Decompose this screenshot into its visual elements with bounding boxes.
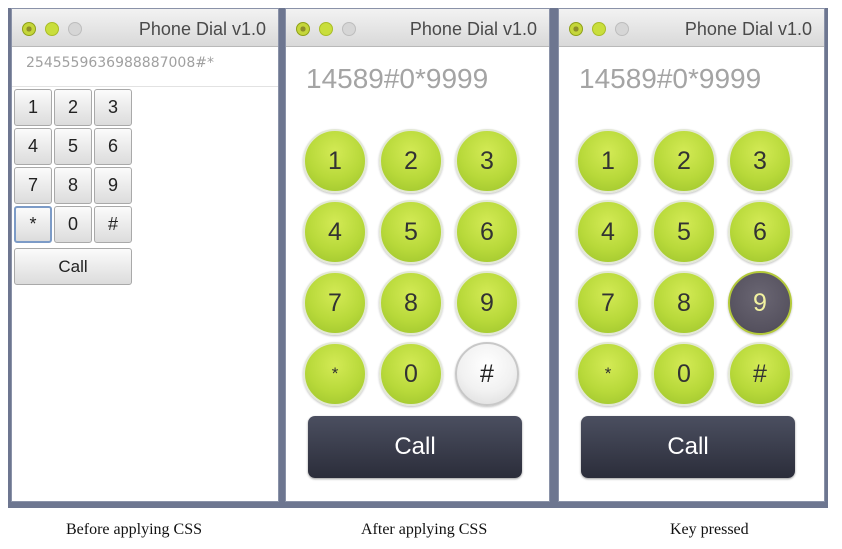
key-0[interactable]: 0 (54, 206, 92, 243)
key-6[interactable]: 6 (455, 200, 519, 264)
key-8[interactable]: 8 (652, 271, 716, 335)
phone-dial-window-key-pressed: Phone Dial v1.0 14589#0*9999 1 2 3 4 5 6… (558, 8, 825, 502)
key-5[interactable]: 5 (652, 200, 716, 264)
title-bar[interactable]: Phone Dial v1.0 (559, 9, 824, 47)
key-9-pressed[interactable]: 9 (728, 271, 792, 335)
close-window-button[interactable] (296, 22, 310, 36)
window-title: Phone Dial v1.0 (409, 19, 537, 39)
key-1[interactable]: 1 (303, 129, 367, 193)
minimize-window-button[interactable] (319, 22, 333, 36)
key-3[interactable]: 3 (455, 129, 519, 193)
key-7[interactable]: 7 (576, 271, 640, 335)
maximize-window-button[interactable] (615, 22, 629, 36)
minimize-window-button[interactable] (45, 22, 59, 36)
title-bar[interactable]: Phone Dial v1.0 (286, 9, 549, 47)
key-9[interactable]: 9 (455, 271, 519, 335)
minimize-window-button[interactable] (592, 22, 606, 36)
key-1[interactable]: 1 (14, 89, 52, 126)
window-title: Phone Dial v1.0 (684, 19, 812, 39)
key-5[interactable]: 5 (379, 200, 443, 264)
key-6[interactable]: 6 (728, 200, 792, 264)
key-4[interactable]: 4 (14, 128, 52, 165)
key-8[interactable]: 8 (379, 271, 443, 335)
maximize-window-button[interactable] (342, 22, 356, 36)
key-hash[interactable]: # (728, 342, 792, 406)
keypad: 1 2 3 4 5 6 7 8 9 * 0 # (576, 129, 808, 406)
key-6[interactable]: 6 (94, 128, 132, 165)
key-3[interactable]: 3 (728, 129, 792, 193)
call-button[interactable]: Call (14, 248, 132, 285)
caption-before-css: Before applying CSS (66, 521, 202, 538)
key-7[interactable]: 7 (303, 271, 367, 335)
key-hash[interactable]: # (94, 206, 132, 243)
key-star[interactable]: * (576, 342, 640, 406)
key-2[interactable]: 2 (54, 89, 92, 126)
maximize-window-button[interactable] (68, 22, 82, 36)
title-bar[interactable]: Phone Dial v1.0 (12, 9, 278, 47)
key-hash[interactable]: # (455, 342, 519, 406)
key-2[interactable]: 2 (652, 129, 716, 193)
caption-key-pressed: Key pressed (670, 521, 749, 538)
key-2[interactable]: 2 (379, 129, 443, 193)
phone-dial-window-styled: Phone Dial v1.0 14589#0*9999 1 2 3 4 5 6… (285, 8, 550, 502)
key-0[interactable]: 0 (652, 342, 716, 406)
key-9[interactable]: 9 (94, 167, 132, 204)
key-4[interactable]: 4 (303, 200, 367, 264)
key-3[interactable]: 3 (94, 89, 132, 126)
call-button[interactable]: Call (308, 416, 522, 478)
close-window-button[interactable] (569, 22, 583, 36)
key-1[interactable]: 1 (576, 129, 640, 193)
dial-display: 25455596369888870​08#* (12, 47, 278, 87)
key-star[interactable]: * (14, 206, 52, 243)
key-5[interactable]: 5 (54, 128, 92, 165)
key-0[interactable]: 0 (379, 342, 443, 406)
window-title: Phone Dial v1.0 (138, 19, 266, 39)
key-4[interactable]: 4 (576, 200, 640, 264)
key-8[interactable]: 8 (54, 167, 92, 204)
call-button[interactable]: Call (581, 416, 795, 478)
dial-display: 14589#0*9999 (579, 63, 762, 94)
keypad: 1 2 3 4 5 6 7 8 9 * 0 # (303, 129, 535, 406)
dial-display: 14589#0*9999 (306, 63, 489, 94)
caption-after-css: After applying CSS (361, 521, 488, 538)
key-star[interactable]: * (303, 342, 367, 406)
phone-dial-window-plain: Phone Dial v1.0 25455596369888870​08#* 1… (11, 8, 279, 502)
key-7[interactable]: 7 (14, 167, 52, 204)
close-window-button[interactable] (22, 22, 36, 36)
keypad: 1 2 3 4 5 6 7 8 9 * 0 # (14, 89, 134, 243)
